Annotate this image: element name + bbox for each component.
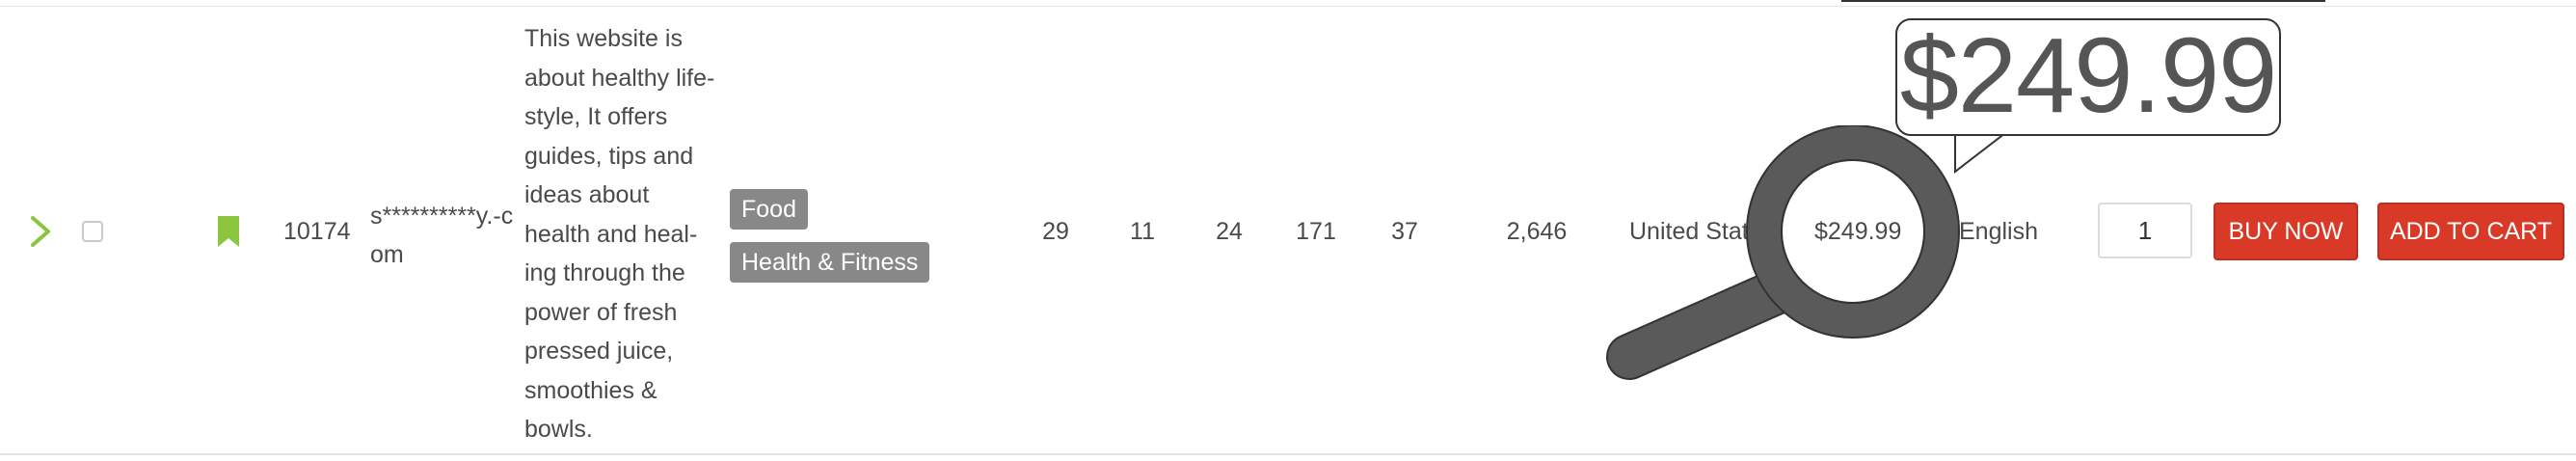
metric-value: 171 <box>1296 218 1336 245</box>
traffic-value: 2,646 <box>1506 218 1568 245</box>
site-description: This website is about healthy life- styl… <box>524 19 717 449</box>
zoom-price-text: $249.99 <box>1899 16 2278 135</box>
category-tag-health-fitness[interactable]: Health & Fitness <box>730 242 930 283</box>
description-line: smoothies & <box>524 376 657 404</box>
language: English <box>1959 218 2038 245</box>
description-line: health and heal- <box>524 220 698 248</box>
description-line: about healthy life- <box>524 64 715 92</box>
row-bottom-border <box>0 453 2576 455</box>
zoom-callout: $249.99 <box>1895 18 2281 136</box>
metric-value: 24 <box>1216 218 1243 245</box>
magnified-price: $249.99 <box>1814 218 1902 245</box>
description-line: This website is <box>524 25 683 52</box>
category-tag-food[interactable]: Food <box>730 189 808 230</box>
row-select-checkbox[interactable] <box>82 221 103 242</box>
description-line: guides, tips and <box>524 142 694 170</box>
bookmark-icon[interactable] <box>216 216 241 247</box>
description-line: ing through the <box>524 259 685 286</box>
description-line: bowls. <box>524 416 593 443</box>
site-id: 10174 <box>283 218 351 245</box>
metric-value: 37 <box>1391 218 1418 245</box>
header-underline <box>1841 0 2325 2</box>
metric-value: 29 <box>1042 218 1069 245</box>
add-to-cart-button[interactable]: ADD TO CART <box>2377 203 2564 260</box>
description-line: ideas about <box>524 181 650 208</box>
quantity-input[interactable]: 1 <box>2098 203 2192 258</box>
description-line: style, It offers <box>524 103 668 130</box>
buy-now-button[interactable]: BUY NOW <box>2214 203 2358 260</box>
chevron-right-icon[interactable] <box>25 214 56 249</box>
description-line: power of fresh <box>524 298 678 326</box>
site-domain: s**********y.-com <box>370 203 514 268</box>
metric-value: 11 <box>1130 218 1155 245</box>
magnifier-icon <box>1606 125 1960 380</box>
description-line: pressed juice, <box>524 338 674 365</box>
row-top-border <box>0 6 2576 7</box>
